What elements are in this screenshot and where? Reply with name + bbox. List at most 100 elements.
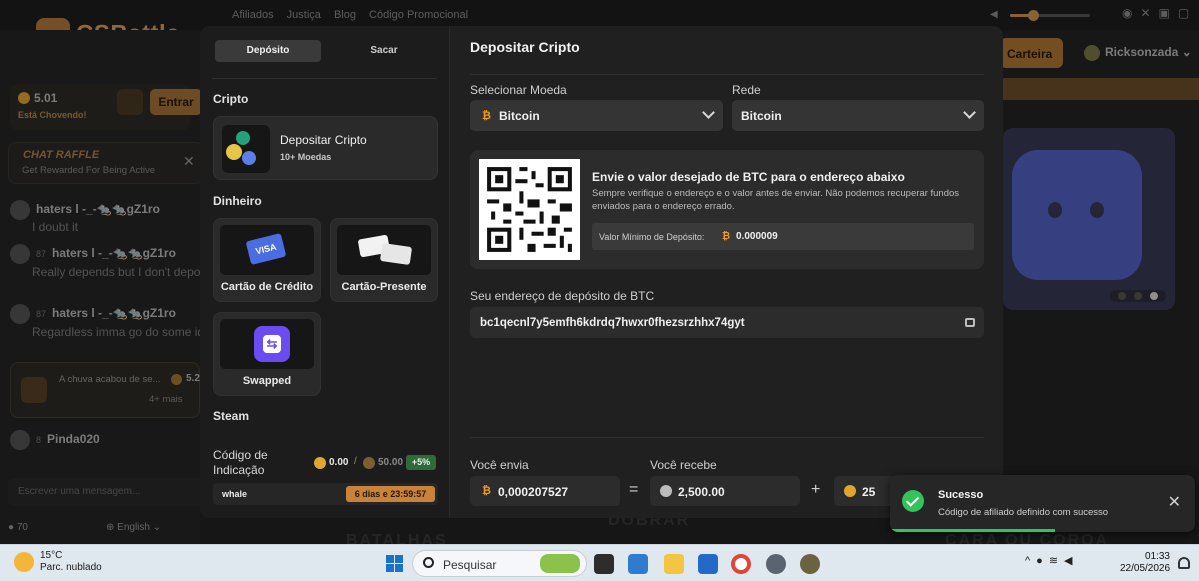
volume-icon[interactable]: ◀ [1064, 555, 1078, 567]
qr-code[interactable] [479, 159, 580, 260]
send-amount-value: 0,000207527 [498, 485, 569, 499]
currency-select[interactable]: ₿ Bitcoin [470, 100, 723, 131]
pay-swapped[interactable]: ⇆ Swapped [213, 312, 321, 396]
tab-deposit[interactable]: Depósito [215, 40, 321, 62]
referral-timer: 6 dias e 23:59:57 [346, 486, 435, 502]
coin-icon [844, 485, 856, 497]
network-select[interactable]: Bitcoin [732, 100, 984, 131]
plus-sign: + [811, 481, 821, 498]
qr-title: Envie o valor desejado de BTC para o end… [592, 170, 905, 184]
chevron-down-icon [963, 106, 976, 119]
weather-desc: Parc. nublado [40, 562, 102, 573]
deposit-crypto-panel: Depositar Cripto Selecionar Moeda ₿ Bitc… [450, 26, 1003, 518]
search-icon [423, 557, 434, 568]
clock-date: 22/05/2026 [1120, 563, 1171, 574]
close-icon[interactable]: ✕ [1168, 492, 1181, 512]
address-label: Seu endereço de depósito de BTC [470, 289, 655, 303]
section-crypto: Cripto [213, 92, 249, 106]
divider [470, 74, 984, 75]
chrome-icon[interactable] [731, 554, 751, 574]
system-tray: ^●≋◀ [1025, 554, 1079, 567]
deposit-methods-panel: Depósito Sacar Cripto Depositar Cripto 1… [200, 26, 450, 518]
referral-separator: / [354, 456, 357, 467]
referral-code: whale [222, 489, 248, 499]
search-placeholder: Pesquisar [443, 558, 497, 572]
divider [470, 437, 984, 438]
section-steam: Steam [213, 409, 250, 423]
pay-credit-card[interactable]: VISA Cartão de Crédito [213, 218, 321, 302]
chevron-up-icon[interactable]: ^ [1025, 555, 1036, 567]
toast-message: Código de afiliado definido com sucesso [938, 507, 1109, 518]
notification-bell-icon[interactable] [1178, 557, 1190, 569]
gift-cards-icon [337, 225, 431, 275]
coin-icon [314, 457, 326, 469]
toast-title: Sucesso [938, 489, 984, 501]
file-explorer-icon[interactable] [664, 554, 684, 574]
deposit-modal: Depósito Sacar Cripto Depositar Cripto 1… [200, 26, 1003, 518]
search-highlight-icon [540, 554, 580, 573]
wifi-icon[interactable]: ≋ [1049, 555, 1064, 567]
equals-sign: = [629, 481, 639, 498]
success-toast: Sucesso Código de afiliado definido com … [890, 475, 1195, 532]
page-title: Depositar Cripto [470, 39, 580, 55]
min-deposit-value: 0.000009 [736, 231, 778, 242]
network-label: Rede [732, 83, 761, 97]
store-icon[interactable] [698, 554, 718, 574]
section-money: Dinheiro [213, 194, 262, 208]
deposit-crypto-card[interactable]: Depositar Cripto 10+ Moedas [213, 116, 438, 180]
referral-bonus-badge: +5% [406, 455, 436, 470]
temperature: 15°C [40, 550, 63, 561]
min-deposit-box: Valor Mínimo de Depósito: ₿ 0.000009 [592, 223, 974, 250]
currency-label: Selecionar Moeda [470, 83, 567, 97]
weather-icon [14, 552, 34, 572]
referral-label: Código de Indicação [213, 448, 268, 477]
tab-withdraw[interactable]: Sacar [331, 40, 437, 62]
coin-icon [363, 457, 375, 469]
referral-goal: 50.00 [378, 457, 404, 468]
clock[interactable]: 01:33 22/05/2026 [1120, 551, 1170, 575]
min-deposit-label: Valor Mínimo de Depósito: [599, 232, 705, 242]
silver-coin-icon [660, 485, 672, 497]
microphone-icon[interactable]: ● [1036, 555, 1049, 567]
app-icon[interactable] [800, 554, 820, 574]
qr-description: Sempre verifique o endereço e o valor an… [592, 188, 960, 212]
qr-info-box: Envie o valor desejado de BTC para o end… [470, 150, 984, 269]
deposit-tabs: Depósito Sacar [215, 40, 437, 62]
pay-gift-card-label: Cartão-Presente [341, 281, 427, 293]
crypto-coins-icon [222, 125, 270, 173]
send-amount-input[interactable]: ₿ 0,000207527 [470, 476, 620, 506]
referral-code-field[interactable]: whale 6 dias e 23:59:57 [213, 483, 438, 505]
send-label: Você envia [470, 458, 529, 472]
pay-swapped-label: Swapped [242, 375, 292, 387]
taskbar-search[interactable]: Pesquisar [412, 550, 587, 577]
crypto-card-title: Depositar Cripto [280, 133, 367, 147]
chevron-down-icon [702, 106, 715, 119]
bitcoin-icon: ₿ [482, 110, 491, 122]
pay-credit-card-label: Cartão de Crédito [220, 281, 314, 293]
bitcoin-icon: ₿ [482, 485, 491, 497]
receive-label: Você recebe [650, 458, 717, 472]
copy-icon[interactable] [965, 318, 975, 327]
receive-amount-value: 2,500.00 [678, 485, 725, 499]
task-view-icon[interactable] [594, 554, 614, 574]
deposit-address: bc1qecnl7y5emfh6kdrdq7hwxr0fhezsrzhhx74g… [480, 317, 745, 329]
windows-start-icon[interactable] [386, 555, 403, 572]
clock-time: 01:33 [1144, 551, 1170, 562]
taskbar: 15°C Parc. nublado Pesquisar ^●≋◀ 01:33 2… [0, 544, 1199, 581]
pay-gift-card[interactable]: Cartão-Presente [330, 218, 438, 302]
currency-value: Bitcoin [499, 109, 540, 123]
receive-amount-input[interactable]: 2,500.00 [650, 476, 800, 506]
bitcoin-icon: ₿ [722, 231, 731, 242]
deposit-address-field[interactable]: bc1qecnl7y5emfh6kdrdq7hwxr0fhezsrzhhx74g… [470, 307, 984, 338]
divider [212, 78, 437, 79]
check-icon [902, 490, 924, 512]
referral-current: 0.00 [329, 457, 349, 468]
network-value: Bitcoin [741, 109, 782, 123]
bonus-amount-value: 25 [862, 485, 876, 499]
visa-card-icon: VISA [220, 225, 314, 275]
toast-progress [890, 529, 1055, 532]
crypto-card-subtitle: 10+ Moedas [280, 152, 332, 162]
settings-icon[interactable] [766, 554, 786, 574]
swapped-icon: ⇆ [220, 319, 314, 369]
outlook-icon[interactable] [628, 554, 648, 574]
